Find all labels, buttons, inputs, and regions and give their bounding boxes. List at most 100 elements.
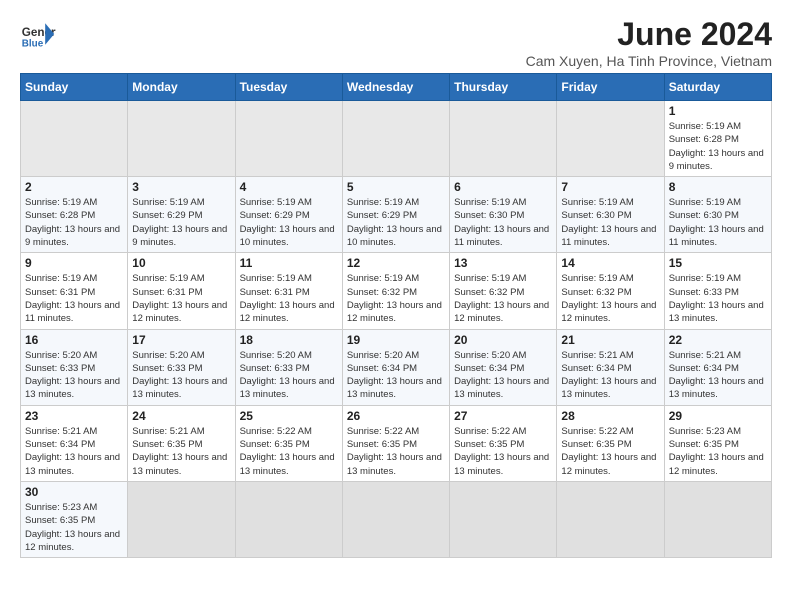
calendar-week-6: 30 Sunrise: 5:23 AM Sunset: 6:35 PM Dayli… [21, 481, 772, 557]
day-info: Sunrise: 5:22 AM Sunset: 6:35 PM Dayligh… [240, 425, 338, 478]
day-info: Sunrise: 5:19 AM Sunset: 6:31 PM Dayligh… [240, 272, 338, 325]
day-number: 8 [669, 180, 767, 194]
day-info: Sunrise: 5:20 AM Sunset: 6:34 PM Dayligh… [454, 349, 552, 402]
calendar-cell: 12 Sunrise: 5:19 AM Sunset: 6:32 PM Dayli… [342, 253, 449, 329]
calendar-cell: 16Sunrise: 5:20 AM Sunset: 6:33 PM Dayli… [21, 329, 128, 405]
day-info: Sunrise: 5:21 AM Sunset: 6:34 PM Dayligh… [25, 425, 123, 478]
day-info: Sunrise: 5:19 AM Sunset: 6:32 PM Dayligh… [561, 272, 659, 325]
calendar-cell [128, 101, 235, 177]
day-info: Sunrise: 5:23 AM Sunset: 6:35 PM Dayligh… [669, 425, 767, 478]
day-number: 24 [132, 409, 230, 423]
calendar-week-2: 2Sunrise: 5:19 AM Sunset: 6:28 PM Daylig… [21, 177, 772, 253]
calendar-cell: 23Sunrise: 5:21 AM Sunset: 6:34 PM Dayli… [21, 405, 128, 481]
weekday-header-monday: Monday [128, 74, 235, 101]
day-number: 1 [669, 104, 767, 118]
calendar-cell [128, 481, 235, 557]
day-number: 12 [347, 256, 445, 270]
calendar-cell [557, 101, 664, 177]
day-info: Sunrise: 5:20 AM Sunset: 6:34 PM Dayligh… [347, 349, 445, 402]
day-info: Sunrise: 5:19 AM Sunset: 6:29 PM Dayligh… [240, 196, 338, 249]
weekday-header-tuesday: Tuesday [235, 74, 342, 101]
svg-text:Blue: Blue [22, 39, 44, 50]
calendar-title: June 2024 [526, 16, 772, 53]
header: General Blue June 2024 Cam Xuyen, Ha Tin… [20, 16, 772, 69]
calendar-cell: 14 Sunrise: 5:19 AM Sunset: 6:32 PM Dayli… [557, 253, 664, 329]
calendar-cell [450, 481, 557, 557]
calendar-subtitle: Cam Xuyen, Ha Tinh Province, Vietnam [526, 53, 772, 69]
day-number: 3 [132, 180, 230, 194]
day-info: Sunrise: 5:23 AM Sunset: 6:35 PM Dayligh… [25, 501, 123, 554]
calendar-cell: 1 Sunrise: 5:19 AM Sunset: 6:28 PM Daylig… [664, 101, 771, 177]
calendar-week-5: 23Sunrise: 5:21 AM Sunset: 6:34 PM Dayli… [21, 405, 772, 481]
day-number: 17 [132, 333, 230, 347]
day-number: 30 [25, 485, 123, 499]
calendar-cell [342, 101, 449, 177]
day-info: Sunrise: 5:20 AM Sunset: 6:33 PM Dayligh… [25, 349, 123, 402]
day-info: Sunrise: 5:19 AM Sunset: 6:28 PM Dayligh… [25, 196, 123, 249]
calendar-cell [235, 101, 342, 177]
day-number: 26 [347, 409, 445, 423]
calendar-cell: 28Sunrise: 5:22 AM Sunset: 6:35 PM Dayli… [557, 405, 664, 481]
calendar-cell [21, 101, 128, 177]
day-number: 28 [561, 409, 659, 423]
calendar-week-4: 16Sunrise: 5:20 AM Sunset: 6:33 PM Dayli… [21, 329, 772, 405]
day-number: 13 [454, 256, 552, 270]
calendar-cell: 22Sunrise: 5:21 AM Sunset: 6:34 PM Dayli… [664, 329, 771, 405]
day-number: 7 [561, 180, 659, 194]
logo: General Blue [20, 16, 56, 52]
day-info: Sunrise: 5:19 AM Sunset: 6:30 PM Dayligh… [454, 196, 552, 249]
calendar-cell: 8 Sunrise: 5:19 AM Sunset: 6:30 PM Daylig… [664, 177, 771, 253]
day-number: 10 [132, 256, 230, 270]
day-info: Sunrise: 5:19 AM Sunset: 6:31 PM Dayligh… [132, 272, 230, 325]
calendar-cell: 26Sunrise: 5:22 AM Sunset: 6:35 PM Dayli… [342, 405, 449, 481]
calendar-body: 1 Sunrise: 5:19 AM Sunset: 6:28 PM Daylig… [21, 101, 772, 558]
day-info: Sunrise: 5:19 AM Sunset: 6:32 PM Dayligh… [347, 272, 445, 325]
day-number: 20 [454, 333, 552, 347]
calendar-cell [664, 481, 771, 557]
day-info: Sunrise: 5:19 AM Sunset: 6:31 PM Dayligh… [25, 272, 123, 325]
calendar-cell: 9 Sunrise: 5:19 AM Sunset: 6:31 PM Daylig… [21, 253, 128, 329]
day-info: Sunrise: 5:20 AM Sunset: 6:33 PM Dayligh… [132, 349, 230, 402]
calendar-cell: 6Sunrise: 5:19 AM Sunset: 6:30 PM Daylig… [450, 177, 557, 253]
logo-icon: General Blue [20, 16, 56, 52]
calendar-header: SundayMondayTuesdayWednesdayThursdayFrid… [21, 74, 772, 101]
day-info: Sunrise: 5:19 AM Sunset: 6:30 PM Dayligh… [561, 196, 659, 249]
calendar-cell: 27 Sunrise: 5:22 AM Sunset: 6:35 PM Dayli… [450, 405, 557, 481]
calendar-week-3: 9 Sunrise: 5:19 AM Sunset: 6:31 PM Daylig… [21, 253, 772, 329]
day-number: 19 [347, 333, 445, 347]
day-info: Sunrise: 5:19 AM Sunset: 6:28 PM Dayligh… [669, 120, 767, 173]
calendar-cell: 17 Sunrise: 5:20 AM Sunset: 6:33 PM Dayli… [128, 329, 235, 405]
day-number: 18 [240, 333, 338, 347]
day-number: 25 [240, 409, 338, 423]
calendar-cell: 18Sunrise: 5:20 AM Sunset: 6:33 PM Dayli… [235, 329, 342, 405]
weekday-header-wednesday: Wednesday [342, 74, 449, 101]
day-number: 27 [454, 409, 552, 423]
calendar-cell: 20 Sunrise: 5:20 AM Sunset: 6:34 PM Dayli… [450, 329, 557, 405]
day-info: Sunrise: 5:19 AM Sunset: 6:30 PM Dayligh… [669, 196, 767, 249]
calendar-table: SundayMondayTuesdayWednesdayThursdayFrid… [20, 73, 772, 558]
weekday-header-friday: Friday [557, 74, 664, 101]
weekday-header-row: SundayMondayTuesdayWednesdayThursdayFrid… [21, 74, 772, 101]
calendar-cell: 10 Sunrise: 5:19 AM Sunset: 6:31 PM Dayli… [128, 253, 235, 329]
day-number: 4 [240, 180, 338, 194]
day-number: 9 [25, 256, 123, 270]
day-number: 11 [240, 256, 338, 270]
day-number: 14 [561, 256, 659, 270]
calendar-cell: 15Sunrise: 5:19 AM Sunset: 6:33 PM Dayli… [664, 253, 771, 329]
day-number: 21 [561, 333, 659, 347]
day-info: Sunrise: 5:19 AM Sunset: 6:29 PM Dayligh… [347, 196, 445, 249]
calendar-cell: 29Sunrise: 5:23 AM Sunset: 6:35 PM Dayli… [664, 405, 771, 481]
day-info: Sunrise: 5:19 AM Sunset: 6:32 PM Dayligh… [454, 272, 552, 325]
weekday-header-sunday: Sunday [21, 74, 128, 101]
day-number: 15 [669, 256, 767, 270]
calendar-cell: 3Sunrise: 5:19 AM Sunset: 6:29 PM Daylig… [128, 177, 235, 253]
weekday-header-saturday: Saturday [664, 74, 771, 101]
calendar-cell: 24 Sunrise: 5:21 AM Sunset: 6:35 PM Dayli… [128, 405, 235, 481]
title-block: June 2024 Cam Xuyen, Ha Tinh Province, V… [526, 16, 772, 69]
day-info: Sunrise: 5:22 AM Sunset: 6:35 PM Dayligh… [454, 425, 552, 478]
day-info: Sunrise: 5:21 AM Sunset: 6:35 PM Dayligh… [132, 425, 230, 478]
calendar-cell: 30 Sunrise: 5:23 AM Sunset: 6:35 PM Dayli… [21, 481, 128, 557]
calendar-cell: 11 Sunrise: 5:19 AM Sunset: 6:31 PM Dayli… [235, 253, 342, 329]
calendar-cell: 19 Sunrise: 5:20 AM Sunset: 6:34 PM Dayli… [342, 329, 449, 405]
calendar-cell [450, 101, 557, 177]
